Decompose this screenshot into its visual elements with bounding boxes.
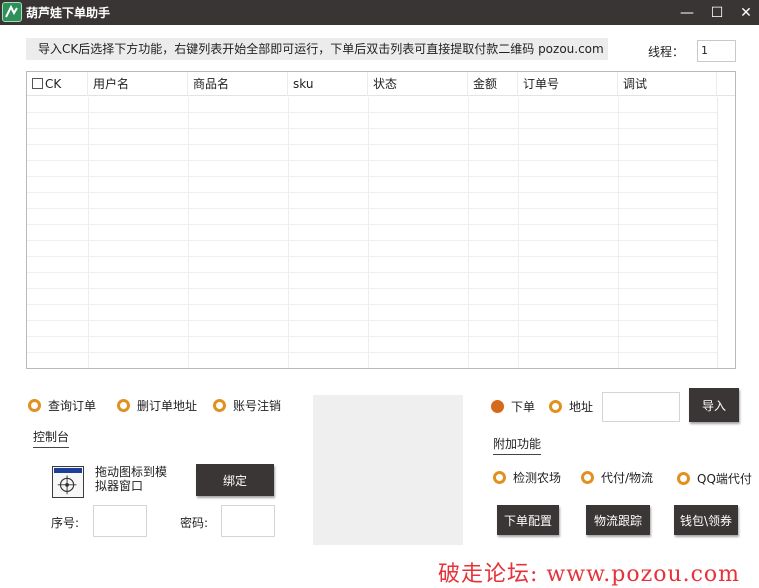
- table-row: [27, 289, 717, 305]
- thread-label: 线程：: [648, 45, 685, 59]
- radio-indicator[interactable]: [549, 400, 562, 413]
- radio-indicator[interactable]: [491, 400, 504, 413]
- table-row: [27, 209, 717, 225]
- column-debug[interactable]: 调试: [618, 72, 717, 96]
- column-amount[interactable]: 金额: [468, 72, 518, 96]
- app-logo-icon: [2, 2, 22, 22]
- extra-functions-label: 附加功能: [493, 435, 542, 455]
- serial-input[interactable]: [93, 505, 147, 537]
- column-divider: [618, 97, 619, 368]
- import-button[interactable]: 导入: [689, 388, 739, 422]
- column-divider: [468, 97, 469, 368]
- radio-delete-order-address[interactable]: 删订单地址: [117, 397, 197, 414]
- column-divider: [88, 97, 89, 368]
- radio-account-deactivate[interactable]: 账号注销: [213, 397, 281, 414]
- close-icon[interactable]: ✕: [731, 0, 759, 25]
- table-row: [27, 161, 717, 177]
- radio-indicator[interactable]: [581, 471, 594, 484]
- forum-watermark: 破走论坛: www.pozou.com: [438, 562, 741, 587]
- table-row: [27, 273, 717, 289]
- qrcode-preview-panel: [313, 395, 463, 545]
- wallet-coupon-button[interactable]: 钱包\领券: [674, 505, 738, 535]
- table-row: [27, 97, 717, 113]
- serial-label: 序号:: [51, 516, 80, 530]
- bind-button[interactable]: 绑定: [196, 464, 274, 496]
- table-row: [27, 321, 717, 337]
- radio-qq-proxy-pay[interactable]: QQ端代付: [677, 470, 752, 487]
- drag-target-icon[interactable]: [52, 466, 84, 498]
- radio-indicator[interactable]: [213, 399, 226, 412]
- column-product[interactable]: 商品名: [188, 72, 288, 96]
- radio-address[interactable]: 地址: [549, 398, 593, 415]
- table-row: [27, 241, 717, 257]
- table-row: [27, 337, 717, 353]
- radio-check-farm[interactable]: 检测农场: [493, 469, 561, 486]
- table-body[interactable]: [27, 97, 735, 368]
- radio-place-order[interactable]: 下单: [491, 398, 535, 415]
- table-row: [27, 129, 717, 145]
- radio-proxy-pay-logistics[interactable]: 代付/物流: [581, 469, 653, 486]
- thread-count-input[interactable]: 1: [697, 40, 736, 62]
- address-input[interactable]: [602, 392, 680, 422]
- radio-indicator[interactable]: [28, 399, 41, 412]
- table-row: [27, 225, 717, 241]
- table-row: [27, 193, 717, 209]
- drag-instruction: 拖动图标到模拟器窗口: [95, 465, 168, 493]
- radio-query-order[interactable]: 查询订单: [28, 397, 96, 414]
- radio-indicator[interactable]: [677, 472, 690, 485]
- column-username[interactable]: 用户名: [88, 72, 188, 96]
- password-input[interactable]: [221, 505, 275, 537]
- radio-indicator[interactable]: [493, 471, 506, 484]
- window-title: 葫芦娃下单助手: [26, 6, 111, 20]
- minimize-icon[interactable]: —: [672, 0, 702, 25]
- column-sku[interactable]: sku: [288, 72, 368, 96]
- column-order-id[interactable]: 订单号: [518, 72, 618, 96]
- vertical-scrollbar[interactable]: [717, 97, 735, 368]
- column-status[interactable]: 状态: [368, 72, 468, 96]
- column-ck[interactable]: CK: [27, 72, 88, 96]
- instruction-banner: 导入CK后选择下方功能，右键列表开始全部即可运行，下单后双击列表可直接提取付款二…: [26, 38, 608, 60]
- table-row: [27, 257, 717, 273]
- select-all-checkbox[interactable]: [32, 78, 43, 89]
- table-row: [27, 305, 717, 321]
- table-row: [27, 145, 717, 161]
- title-bar: 葫芦娃下单助手 — ☐ ✕: [0, 0, 759, 25]
- table-row: [27, 177, 717, 193]
- column-divider: [288, 97, 289, 368]
- radio-indicator[interactable]: [117, 399, 130, 412]
- console-section-label: 控制台: [33, 428, 70, 448]
- logistics-tracking-button[interactable]: 物流跟踪: [586, 505, 650, 535]
- table-row: [27, 113, 717, 129]
- column-divider: [518, 97, 519, 368]
- column-divider: [368, 97, 369, 368]
- maximize-icon[interactable]: ☐: [702, 0, 732, 25]
- account-list-table[interactable]: CK 用户名 商品名 sku 状态 金额 订单号 调试: [26, 71, 736, 369]
- table-header: CK 用户名 商品名 sku 状态 金额 订单号 调试: [27, 72, 735, 96]
- password-label: 密码:: [180, 516, 209, 530]
- order-config-button[interactable]: 下单配置: [497, 505, 559, 535]
- column-divider: [188, 97, 189, 368]
